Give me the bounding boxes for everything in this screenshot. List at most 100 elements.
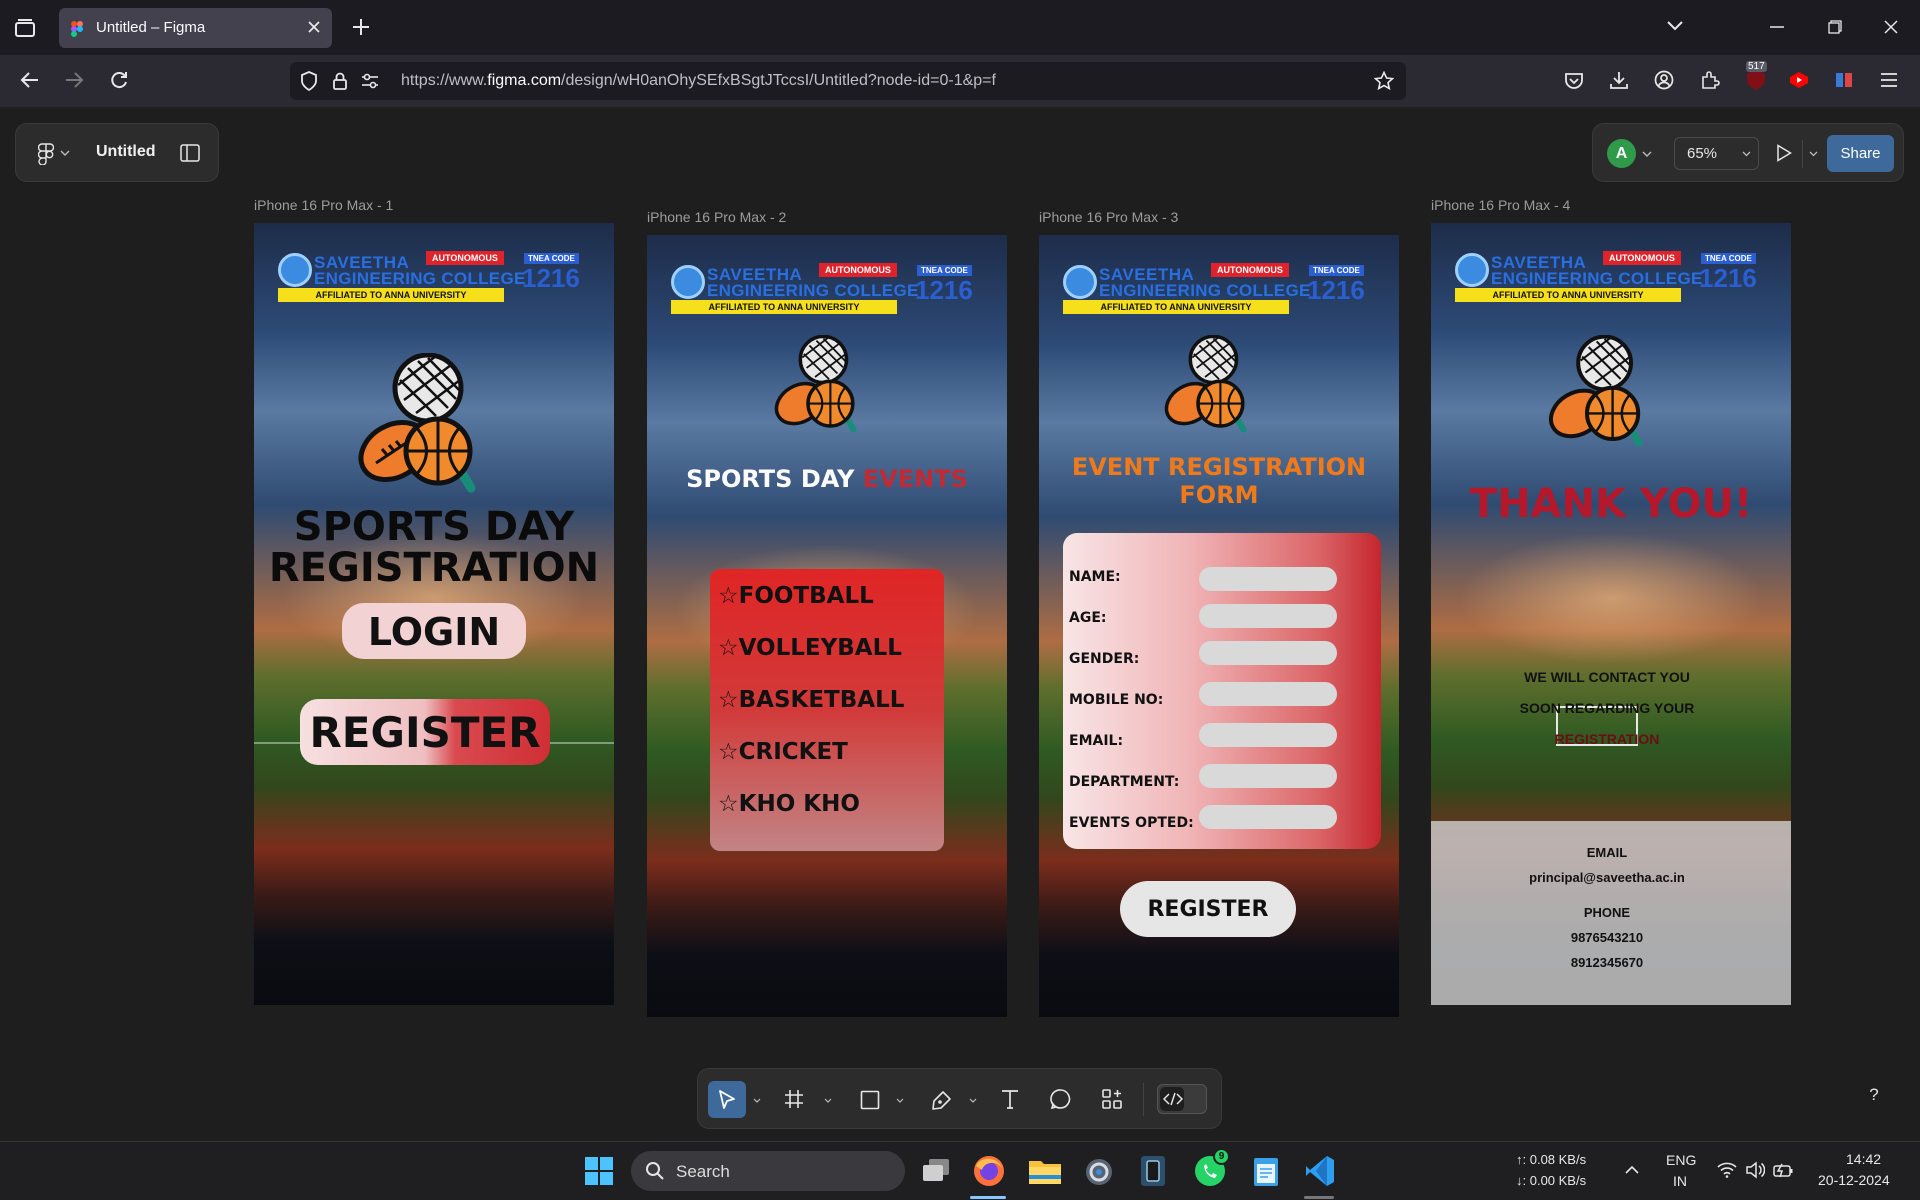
frame-label-2[interactable]: iPhone 16 Pro Max - 2: [647, 209, 786, 225]
frame-iphone-3[interactable]: SAVEETHA ENGINEERING COLLEGE AUTONOMOUS …: [1039, 235, 1399, 1017]
figma-canvas[interactable]: Untitled A 65% Share iPhone 16 Pro Max -…: [0, 107, 1920, 1141]
email-input[interactable]: [1199, 723, 1337, 747]
move-tool-button[interactable]: [708, 1081, 746, 1118]
college-logo: SAVEETHA ENGINEERING COLLEGE AUTONOMOUS …: [1063, 263, 1383, 317]
downloads-icon[interactable]: [1609, 70, 1629, 90]
comment-tool-icon[interactable]: [1050, 1088, 1072, 1110]
login-button[interactable]: LOGIN: [342, 603, 526, 659]
vscode-icon[interactable]: [1304, 1154, 1336, 1188]
register-button[interactable]: REGISTER: [1120, 881, 1296, 937]
back-icon[interactable]: [20, 71, 40, 89]
phone-link-icon[interactable]: [1138, 1154, 1168, 1188]
help-button[interactable]: ?: [1860, 1081, 1888, 1109]
active-tab[interactable]: Untitled – Figma: [59, 8, 332, 48]
language-code[interactable]: ENG: [1666, 1152, 1696, 1168]
tracking-shield-icon[interactable]: [300, 71, 318, 91]
app-menu-icon[interactable]: [1880, 72, 1898, 88]
extensions-icon[interactable]: [1700, 70, 1720, 90]
pen-tool-icon[interactable]: [931, 1089, 953, 1111]
cursor-arrow-icon: [717, 1089, 737, 1111]
chevron-down-icon[interactable]: [1642, 151, 1652, 157]
lock-icon[interactable]: [332, 71, 348, 91]
reload-icon[interactable]: [109, 70, 129, 90]
windows-start-icon[interactable]: [584, 1156, 614, 1186]
event-item: ☆KHO KHO: [718, 791, 860, 817]
tnea-code: 1216: [915, 275, 973, 305]
navigation-toolbar: https://www.figma.com/design/wH0anOhySEf…: [0, 55, 1920, 107]
form-label: DEPARTMENT:: [1069, 774, 1180, 790]
frame-label-4[interactable]: iPhone 16 Pro Max - 4: [1431, 197, 1570, 213]
chevron-up-icon[interactable]: [1625, 1166, 1639, 1174]
mobile-input[interactable]: [1199, 682, 1337, 706]
account-icon[interactable]: [1654, 70, 1674, 90]
form-label: AGE:: [1069, 610, 1107, 626]
chevron-down-icon[interactable]: [1809, 151, 1818, 157]
settings-gear-icon[interactable]: [1083, 1156, 1115, 1188]
chevron-down-icon[interactable]: [969, 1098, 977, 1103]
frame-label-1[interactable]: iPhone 16 Pro Max - 1: [254, 197, 393, 213]
zoom-value: 65%: [1687, 145, 1718, 162]
name-input[interactable]: [1199, 567, 1337, 591]
pocket-icon[interactable]: [1564, 71, 1584, 91]
register-button[interactable]: REGISTER: [300, 699, 550, 765]
task-view-icon[interactable]: [921, 1157, 951, 1185]
list-all-tabs-icon[interactable]: [1666, 20, 1684, 32]
age-input[interactable]: [1199, 604, 1337, 628]
bookmark-star-icon[interactable]: [1374, 71, 1394, 91]
notepad-icon[interactable]: [1252, 1154, 1280, 1188]
file-explorer-icon[interactable]: [1028, 1156, 1062, 1186]
toggle-sidebar-icon[interactable]: [180, 144, 200, 162]
rectangle-tool-icon[interactable]: [860, 1090, 880, 1110]
college-emblem-icon: [1455, 253, 1489, 287]
department-input[interactable]: [1199, 764, 1337, 788]
share-button[interactable]: Share: [1827, 135, 1894, 172]
tab-close-icon[interactable]: [307, 20, 321, 34]
dev-mode-toggle[interactable]: [1157, 1084, 1207, 1114]
extension-icon-colored[interactable]: [1834, 70, 1854, 90]
clock-time[interactable]: 14:42: [1846, 1151, 1881, 1167]
address-bar[interactable]: https://www.figma.com/design/wH0anOhySEf…: [290, 62, 1406, 100]
frame-label-3[interactable]: iPhone 16 Pro Max - 3: [1039, 209, 1178, 225]
minimize-icon[interactable]: [1770, 26, 1784, 28]
phone-value-1: 9876543210: [1570, 930, 1644, 945]
events-opted-input[interactable]: [1199, 805, 1337, 829]
volume-icon[interactable]: [1745, 1161, 1765, 1179]
autonomous-badge: AUTONOMOUS: [1211, 263, 1289, 277]
frame-iphone-4[interactable]: SAVEETHA ENGINEERING COLLEGE AUTONOMOUS …: [1431, 223, 1791, 1005]
new-tab-icon[interactable]: [352, 18, 370, 36]
forward-icon[interactable]: [64, 71, 84, 89]
gender-input[interactable]: [1199, 641, 1337, 665]
tnea-code: 1216: [522, 263, 580, 293]
actions-tool-icon[interactable]: [1101, 1088, 1123, 1110]
firefox-icon[interactable]: [972, 1154, 1006, 1188]
chevron-down-icon[interactable]: [896, 1098, 904, 1103]
text-tool-icon[interactable]: [1000, 1088, 1020, 1110]
sports-balls-icon: [1549, 335, 1643, 447]
frame-iphone-2[interactable]: SAVEETHA ENGINEERING COLLEGE AUTONOMOUS …: [647, 235, 1007, 1017]
youtube-extension-icon[interactable]: [1788, 71, 1810, 89]
zoom-dropdown[interactable]: 65%: [1674, 137, 1759, 170]
form-label: EMAIL:: [1069, 733, 1124, 749]
language-region[interactable]: IN: [1673, 1173, 1687, 1189]
code-icon: [1163, 1092, 1183, 1106]
chevron-down-icon[interactable]: [60, 150, 70, 156]
frame-tool-icon[interactable]: [784, 1089, 804, 1109]
registration-form: NAME: AGE: GENDER: MOBILE NO: EMAIL: DEP…: [1063, 533, 1381, 849]
chevron-down-icon[interactable]: [824, 1098, 832, 1103]
present-play-icon[interactable]: [1776, 144, 1792, 162]
chevron-down-icon[interactable]: [753, 1098, 761, 1103]
restore-icon[interactable]: [1828, 20, 1842, 34]
file-name[interactable]: Untitled: [96, 143, 156, 161]
clock-date[interactable]: 20-12-2024: [1818, 1172, 1890, 1188]
battery-charging-icon[interactable]: [1773, 1161, 1795, 1179]
frame-iphone-1[interactable]: SAVEETHA ENGINEERING COLLEGE AUTONOMOUS …: [254, 223, 614, 1005]
window-close-icon[interactable]: [1884, 20, 1898, 34]
taskbar-search[interactable]: Search: [631, 1151, 905, 1191]
user-avatar[interactable]: A: [1607, 139, 1636, 168]
site-permissions-icon[interactable]: [360, 73, 380, 89]
figma-menu-icon[interactable]: [38, 143, 54, 165]
windows-taskbar: Search 9 ↑: 0.08 KB/s ↓: 0.00 KB/s ENG I…: [0, 1141, 1920, 1200]
tab-list-icon[interactable]: [14, 18, 36, 38]
wifi-icon[interactable]: [1717, 1162, 1737, 1178]
event-item: ☆CRICKET: [718, 739, 848, 765]
